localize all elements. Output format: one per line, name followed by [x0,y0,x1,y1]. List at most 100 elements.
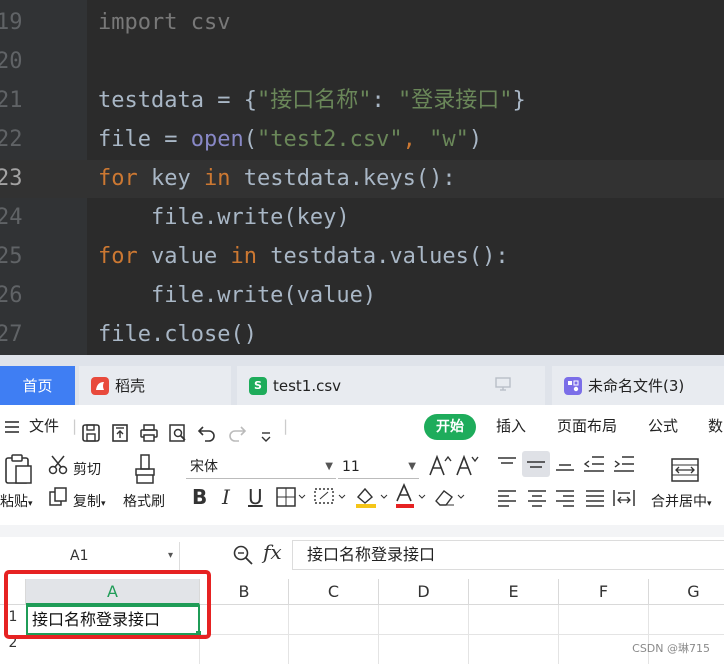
increase-indent-icon[interactable] [612,455,636,477]
row-header-1[interactable]: 1 [0,609,26,625]
line-number-text: 20 [0,49,22,74]
tab-docer-label: 稻壳 [115,377,146,395]
menu-file[interactable]: 文件 [29,405,59,447]
align-bottom-icon[interactable] [554,455,576,477]
scissors-icon[interactable] [48,455,70,479]
formula-input[interactable]: 接口名称登录接口 [292,540,724,570]
column-header-f[interactable]: F [559,579,649,605]
cell-b2[interactable] [200,635,289,664]
code-line[interactable]: 26 file.write(value) [0,277,724,315]
cell-a2[interactable] [26,635,200,664]
code-editor[interactable]: 19 import csv 20 21 testdata = {"接口名称": "登录接… [0,0,724,355]
undo-icon[interactable] [197,417,217,442]
code-line[interactable]: 23 for key in testdata.keys(): [0,160,724,198]
code-token: file.write(key) [98,205,350,230]
italic-icon[interactable]: I [222,485,230,509]
code-line[interactable]: 24 file.write(key) [0,199,724,237]
align-middle-icon[interactable] [522,451,550,477]
bold-icon[interactable]: B [192,485,207,509]
cell-c1[interactable] [289,605,379,635]
function-fx-icon[interactable]: fx [263,540,282,564]
tab-test1-csv[interactable]: S test1.csv [237,366,545,405]
align-left-icon[interactable] [496,489,518,511]
font-size-select[interactable]: 11 ▼ [338,455,419,479]
fill-color-icon[interactable] [354,485,388,513]
menu-data[interactable]: 数 [708,405,723,447]
decrease-font-icon[interactable] [455,453,479,481]
name-box[interactable]: A1 ▾ [0,542,180,570]
cut-button[interactable]: 剪切 [73,459,101,479]
distributed-align-icon[interactable] [612,489,636,511]
code-line[interactable]: 25 for value in testdata.values(): [0,238,724,276]
line-number-text: 22 [0,127,22,152]
font-name-select[interactable]: 宋体 ▼ [186,455,336,479]
row-header-2[interactable]: 2 [0,635,26,651]
tab-untitled-file[interactable]: 未命名文件(3) [552,366,724,405]
spreadsheet-grid[interactable]: A B C D E F G 1 2 接口名称登录接口 CSDN @琳715 [0,577,724,664]
column-header-e[interactable]: E [469,579,559,605]
column-header-c[interactable]: C [289,579,379,605]
redo-icon[interactable] [227,417,247,442]
copy-icon[interactable] [48,487,68,511]
fill-handle[interactable] [196,631,201,636]
cell-d2[interactable] [379,635,469,664]
merge-center-button[interactable]: 合并居中▾ [651,491,712,511]
zoom-search-icon[interactable] [232,544,254,570]
copy-button[interactable]: 复制▾ [73,491,106,511]
hamburger-menu-icon[interactable] [4,405,20,447]
menu-page-layout[interactable]: 页面布局 [557,405,617,447]
code-line[interactable]: 20 [0,43,724,81]
save-icon[interactable] [81,417,101,442]
align-right-icon[interactable] [554,489,576,511]
menu-insert[interactable]: 插入 [496,405,526,447]
code-text: import csv [98,4,230,42]
underline-icon[interactable]: U [248,485,263,509]
merge-center-icon[interactable] [670,457,700,487]
align-top-icon[interactable] [496,455,518,477]
formula-bar: A1 ▾ fx 接口名称登录接口 [0,537,724,577]
cell-a1[interactable]: 接口名称登录接口 [26,605,200,635]
menu-formula[interactable]: 公式 [648,405,678,447]
code-line[interactable]: 21 testdata = {"接口名称": "登录接口"} [0,82,724,120]
print-icon[interactable] [139,417,159,442]
decrease-indent-icon[interactable] [582,455,606,477]
code-token: file.close() [98,322,257,347]
cell-f1[interactable] [559,605,649,635]
code-line[interactable]: 19 import csv [0,4,724,42]
align-center-icon[interactable] [526,489,548,511]
code-line[interactable]: 22 file = open("test2.csv", "w") [0,121,724,159]
column-header-a[interactable]: A [26,579,200,605]
increase-font-icon[interactable] [428,453,452,481]
screen-icon[interactable] [495,377,511,395]
print-preview-icon[interactable] [168,417,188,442]
cell-b1[interactable] [200,605,289,635]
column-header-b[interactable]: B [200,579,289,605]
tab-home[interactable]: 首页 [0,366,75,405]
fill-pattern-icon[interactable] [314,487,346,511]
quick-access-dropdown-icon[interactable] [259,418,273,442]
justify-icon[interactable] [584,489,606,511]
export-icon[interactable] [110,417,130,442]
code-token: "w" [429,127,469,152]
column-header-d[interactable]: D [379,579,469,605]
cell-g1[interactable] [649,605,724,635]
paste-button[interactable]: 粘贴▾ [0,491,33,511]
menu-divider: | [283,417,289,435]
menu-start[interactable]: 开始 [424,414,476,440]
format-painter-icon[interactable] [132,453,158,489]
tab-docer[interactable]: 稻壳 [79,366,231,405]
column-header-g[interactable]: G [649,579,724,605]
format-painter-button[interactable]: 格式刷 [123,491,165,511]
cell-e1[interactable] [469,605,559,635]
cell-e2[interactable] [469,635,559,664]
cell-c2[interactable] [289,635,379,664]
paste-icon[interactable] [3,453,33,489]
line-number: 23 [0,160,26,198]
code-token: testdata.keys(): [230,166,456,191]
select-all-corner[interactable] [0,579,26,605]
clear-format-icon[interactable] [432,487,466,511]
borders-icon[interactable] [276,487,306,511]
code-line[interactable]: 27 file.close() [0,316,724,354]
font-color-icon[interactable] [394,483,428,513]
cell-d1[interactable] [379,605,469,635]
